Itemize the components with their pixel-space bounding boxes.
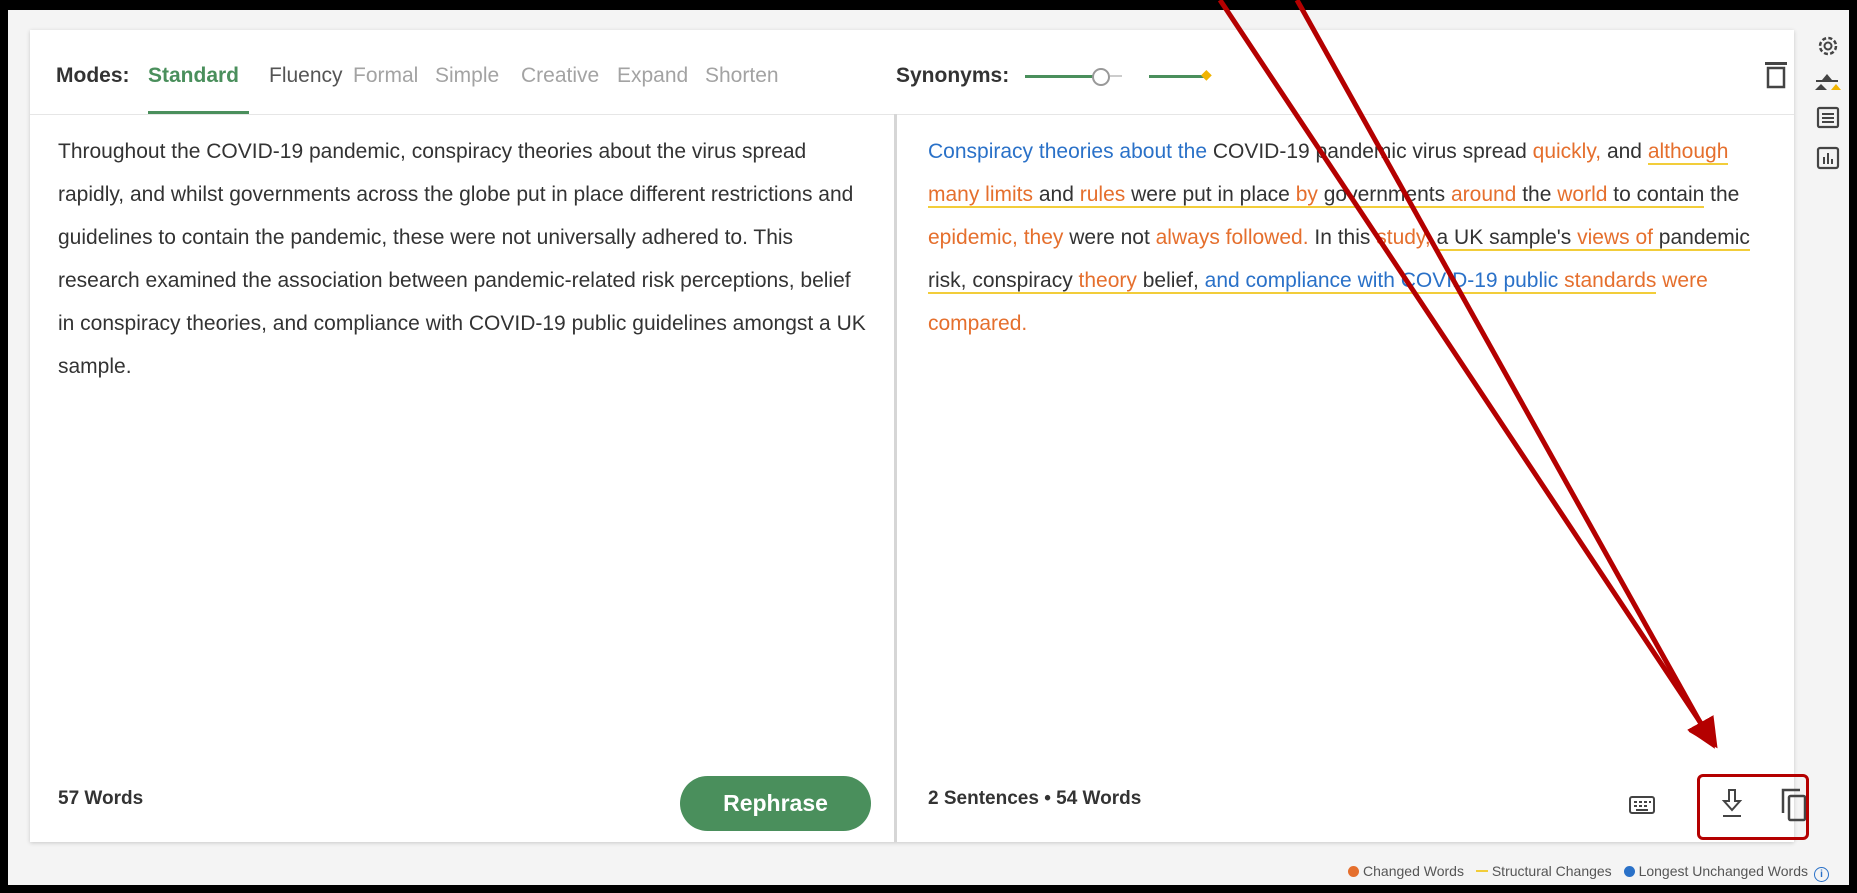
annotation-arrow-1 (1294, 0, 1715, 749)
annotation-arrows (1217, 0, 1718, 749)
annotation-arrow-2 (1217, 0, 1718, 749)
